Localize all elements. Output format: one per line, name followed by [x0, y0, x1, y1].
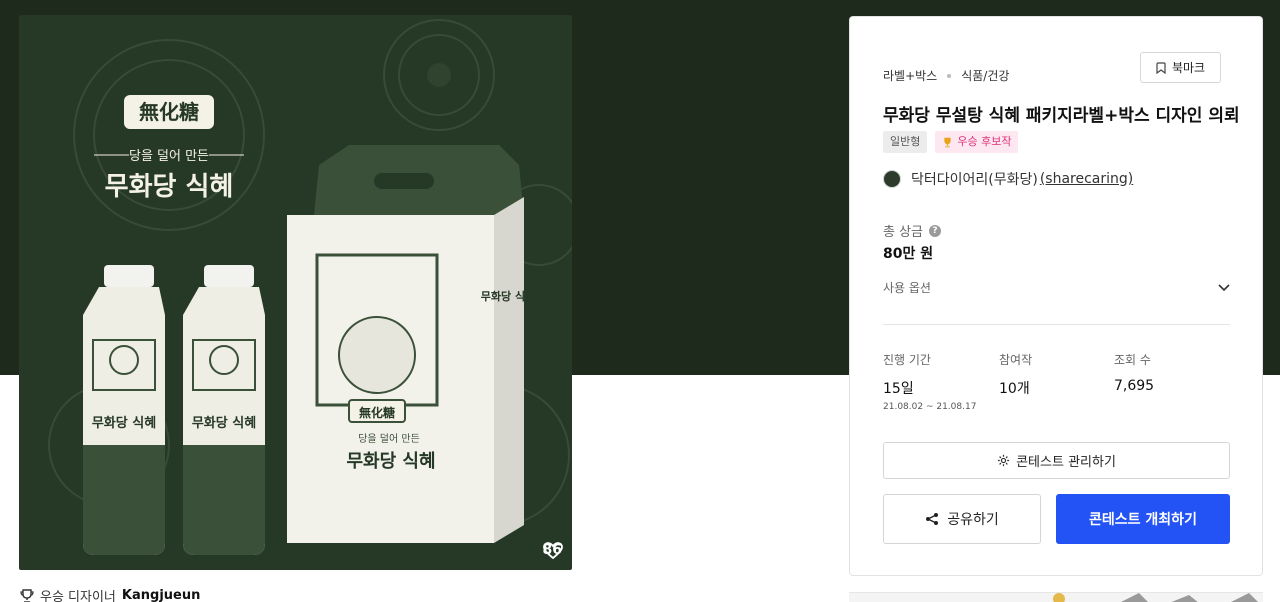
manage-contest-label: 콘테스트 관리하기	[1016, 455, 1116, 470]
host-avatar[interactable]	[883, 170, 901, 188]
trophy-icon	[944, 137, 952, 147]
svg-text:무화당 식혜: 무화당 식혜	[192, 415, 256, 431]
type-badge: 일반형	[883, 131, 928, 153]
candidate-badge: 우승 후보작	[935, 131, 1019, 153]
stat-views: 조회 수 7,695	[1114, 351, 1154, 394]
bookmark-icon	[1156, 61, 1166, 74]
art-tagline-text: 당을 덜어 만든	[129, 149, 209, 164]
winner-line: 우승 디자이너 Kangjueun	[20, 586, 200, 602]
svg-text:무화당 식혜: 무화당 식혜	[92, 415, 156, 431]
prize-label: 총 상금 ?	[883, 221, 942, 240]
manage-contest-button[interactable]: 콘테스트 관리하기	[883, 442, 1230, 479]
svg-text:無化糖: 無化糖	[359, 405, 395, 420]
divider	[883, 324, 1230, 325]
stat-period-label: 진행 기간	[883, 353, 931, 367]
bookmark-label: 북마크	[1171, 61, 1206, 75]
heart-icon	[542, 542, 563, 560]
host-name: 닥터다이어리(무화당)	[911, 172, 1038, 188]
trophy-icon	[20, 588, 34, 602]
prize-label-text: 총 상금	[883, 225, 924, 240]
gift-box: 無化糖 당을 덜어 만든 무화당 식혜 무화당 식혜	[287, 145, 535, 543]
svg-text:무화당 식혜: 무화당 식혜	[481, 289, 535, 303]
help-icon[interactable]: ?	[929, 224, 942, 237]
stat-period: 진행 기간 15일 21.08.02 ~ 21.08.17	[883, 351, 976, 412]
contest-detail-card: 라벨+박스 식품/건강 북마크 무화당 무설탕 식혜 패키지라벨+박스 디자인 …	[849, 16, 1263, 576]
bottle-right: 무화당 식혜	[183, 265, 265, 555]
bottle-left: 무화당 식혜	[83, 265, 165, 555]
art-seal-text: 無化糖	[139, 100, 199, 124]
svg-text:무화당 식혜: 무화당 식혜	[346, 451, 435, 472]
share-label: 공유하기	[947, 512, 999, 528]
svg-text:당을 덜어 만든: 당을 덜어 만든	[358, 433, 420, 445]
breadcrumb-separator	[947, 73, 952, 78]
badge-group: 일반형 우승 후보작	[883, 131, 1019, 153]
next-section-peek	[849, 592, 1263, 602]
host-handle-link[interactable]: (sharecaring)	[1040, 171, 1133, 187]
breadcrumb-subcategory[interactable]: 식품/건강	[961, 67, 1009, 84]
breadcrumb-category[interactable]: 라벨+박스	[883, 67, 937, 84]
gear-icon	[998, 454, 1010, 467]
stat-views-label: 조회 수	[1114, 353, 1151, 367]
art-name-text: 무화당 식혜	[105, 172, 234, 202]
contest-title: 무화당 무설탕 식혜 패키지라벨+박스 디자인 의뢰	[883, 106, 1240, 126]
winner-name[interactable]: Kangjueun	[122, 588, 200, 602]
winner-prefix: 우승 디자이너	[40, 590, 116, 602]
chevron-down-icon	[1218, 283, 1230, 291]
product-image[interactable]: 無化糖 당을 덜어 만든 무화당 식혜 무화당 식혜 무화당 식혜 無化糖 당을…	[19, 15, 572, 570]
stat-participants-value: 10개	[999, 381, 1030, 397]
stat-views-value: 7,695	[1114, 378, 1155, 394]
product-illustration: 無化糖 당을 덜어 만든 무화당 식혜 무화당 식혜 무화당 식혜 無化糖 당을…	[48, 19, 572, 555]
stat-participants: 참여작 10개	[999, 351, 1032, 398]
like-button[interactable]: 86	[542, 542, 563, 560]
host-info: 닥터다이어리(무화당) (sharecaring)	[883, 169, 1133, 189]
prize-value: 80만 원	[883, 246, 934, 262]
host-contest-button[interactable]: 콘테스트 개최하기	[1056, 494, 1230, 544]
peek-illustration	[1053, 593, 1258, 602]
breadcrumb: 라벨+박스 식품/건강	[883, 67, 1009, 84]
candidate-badge-label: 우승 후보작	[957, 135, 1012, 148]
usage-options-toggle[interactable]: 사용 옵션	[883, 279, 1230, 296]
stat-period-value: 15일	[883, 381, 914, 397]
stat-period-dates: 21.08.02 ~ 21.08.17	[883, 402, 977, 412]
stat-participants-label: 참여작	[999, 353, 1033, 367]
share-icon	[926, 513, 939, 525]
bookmark-button[interactable]: 북마크	[1140, 52, 1221, 83]
share-button[interactable]: 공유하기	[883, 494, 1041, 544]
usage-options-label: 사용 옵션	[883, 281, 931, 295]
